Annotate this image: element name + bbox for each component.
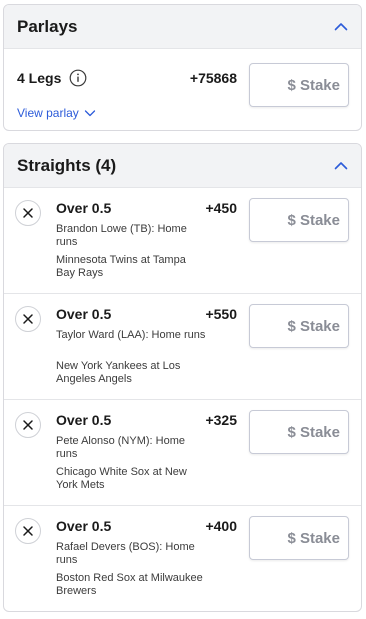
straights-title: Straights (4) <box>17 155 117 175</box>
close-icon <box>23 314 33 324</box>
straights-header[interactable]: Straights (4) <box>4 144 361 188</box>
bet-stake-field[interactable] <box>250 529 340 547</box>
bet-player-market: Rafael Devers (BOS): Home runs <box>56 541 195 566</box>
close-icon <box>23 208 33 218</box>
straight-bet-row: Over 0.5 +550 Taylor Ward (LAA): Home ru… <box>4 294 361 400</box>
bet-player-market: Brandon Lowe (TB): Home runs <box>56 223 187 248</box>
straight-bet-row: Over 0.5 +400 Rafael Devers (BOS): Home … <box>4 506 361 611</box>
parlay-odds: +75868 <box>189 70 237 86</box>
close-icon <box>23 420 33 430</box>
bet-game: New York Yankees at Los Angeles Angels <box>56 360 181 385</box>
chevron-up-icon[interactable] <box>333 158 349 174</box>
remove-bet-button[interactable] <box>15 412 41 438</box>
chevron-up-icon[interactable] <box>333 19 349 35</box>
close-icon <box>23 526 33 536</box>
parlays-card: Parlays 4 Legs +75868 View parlay <box>3 4 362 131</box>
straight-bet-row: Over 0.5 +450 Brandon Lowe (TB): Home ru… <box>4 188 361 294</box>
bet-stake-input[interactable] <box>249 198 349 242</box>
bet-title: Over 0.5 <box>56 412 112 428</box>
bet-title: Over 0.5 <box>56 200 112 216</box>
bet-odds: +400 <box>205 518 237 534</box>
remove-bet-button[interactable] <box>15 200 41 226</box>
bet-odds: +450 <box>205 200 237 216</box>
bet-title: Over 0.5 <box>56 518 112 534</box>
bet-stake-field[interactable] <box>250 423 340 441</box>
parlays-header[interactable]: Parlays <box>4 5 361 49</box>
bet-stake-input[interactable] <box>249 410 349 454</box>
bet-stake-input[interactable] <box>249 304 349 348</box>
straights-card: Straights (4) Over 0.5 +450 Brandon Lowe… <box>3 143 362 612</box>
bet-player-market: Pete Alonso (NYM): Home runs <box>56 435 185 460</box>
bet-title: Over 0.5 <box>56 306 112 322</box>
bet-stake-input[interactable] <box>249 516 349 560</box>
bet-game: Boston Red Sox at Milwaukee Brewers <box>56 572 203 597</box>
bet-player-market: Taylor Ward (LAA): Home runs <box>56 329 206 341</box>
chevron-down-icon <box>84 107 96 119</box>
bet-stake-field[interactable] <box>250 317 340 335</box>
info-icon[interactable] <box>69 69 87 87</box>
remove-bet-button[interactable] <box>15 306 41 332</box>
bet-game: Chicago White Sox at New York Mets <box>56 466 187 491</box>
parlay-stake-input[interactable] <box>249 63 349 107</box>
bet-odds: +325 <box>205 412 237 428</box>
parlay-stake-field[interactable] <box>250 76 340 94</box>
legs-label: 4 Legs <box>17 70 62 86</box>
bet-stake-field[interactable] <box>250 211 340 229</box>
bet-game: Minnesota Twins at Tampa Bay Rays <box>56 254 186 279</box>
legs-row: 4 Legs <box>17 69 87 87</box>
view-parlay-label: View parlay <box>17 106 79 120</box>
bet-odds: +550 <box>205 306 237 322</box>
parlays-title: Parlays <box>17 16 78 36</box>
remove-bet-button[interactable] <box>15 518 41 544</box>
straight-bet-row: Over 0.5 +325 Pete Alonso (NYM): Home ru… <box>4 400 361 506</box>
view-parlay-link[interactable]: View parlay <box>17 106 96 120</box>
